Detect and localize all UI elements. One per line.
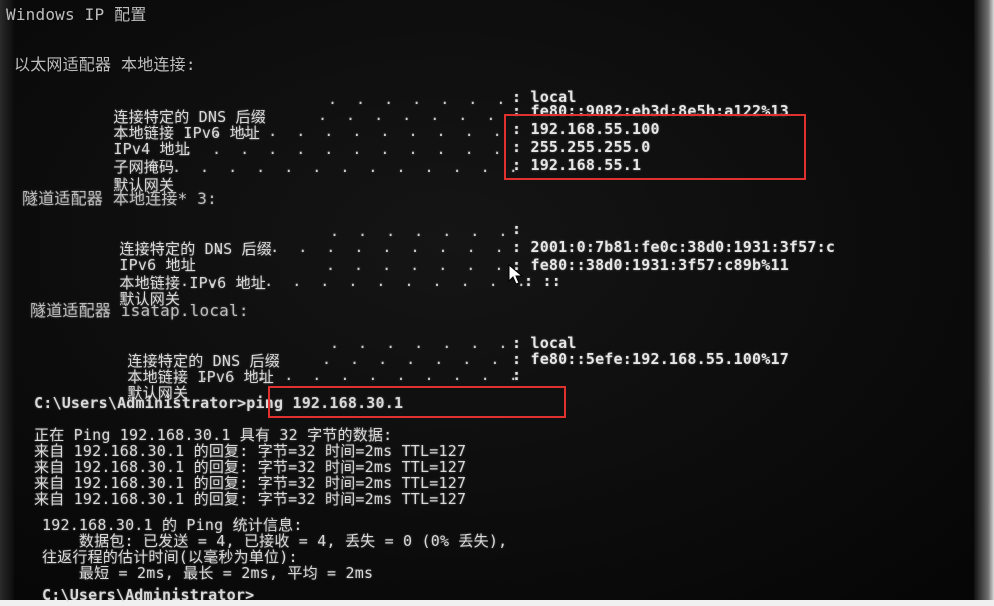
ping-reply: 来自 192.168.30.1 的回复: 字节=32 时间=2ms TTL=12… (34, 490, 467, 508)
row-dots: . . . . . . . . . . . . . (180, 272, 531, 290)
row-value: : 2001:0:7b81:fe0c:38d0:1931:3f57:c (512, 238, 836, 256)
row-dots: . . . . . . . . . . . . (184, 122, 507, 140)
row-value: : (512, 220, 522, 238)
console-title: Windows IP 配置 (6, 5, 147, 24)
adapter-header-tunnel-3: 隧道适配器 本地连接* 3: (22, 189, 217, 208)
mouse-pointer-icon (508, 264, 524, 285)
highlight-box-ip-config (504, 114, 806, 180)
row-value: : (512, 366, 522, 384)
row-value: : fe80::5efe:192.168.55.100%17 (512, 350, 789, 368)
row-dots: . . . . . . . . . . . . (186, 238, 509, 256)
ping-stats-rtt: 最短 = 2ms, 最长 = 2ms, 平均 = 2ms (42, 564, 374, 582)
command-prompt[interactable]: C:\Users\Administrator> (42, 586, 254, 604)
command-prompt-console[interactable]: Windows IP 配置 以太网适配器 本地连接: 连接特定的 DNS 后缀 … (0, 0, 994, 606)
highlight-box-ping-command (268, 386, 566, 418)
row-dots: . . . . . . . . . . . . (184, 140, 507, 158)
photo-frame: Windows IP 配置 以太网适配器 本地连接: 连接特定的 DNS 后缀 … (0, 0, 994, 606)
row-value: : :: (524, 272, 561, 290)
row-dots: . . . . . . . . . . . . . (172, 366, 523, 384)
adapter-header-ethernet: 以太网适配器 本地连接: (14, 55, 196, 74)
adapter-header-isatap: 隧道适配器 isatap.local: (30, 301, 249, 320)
row-dots: . . . . . . . . . . . . . (172, 158, 523, 176)
